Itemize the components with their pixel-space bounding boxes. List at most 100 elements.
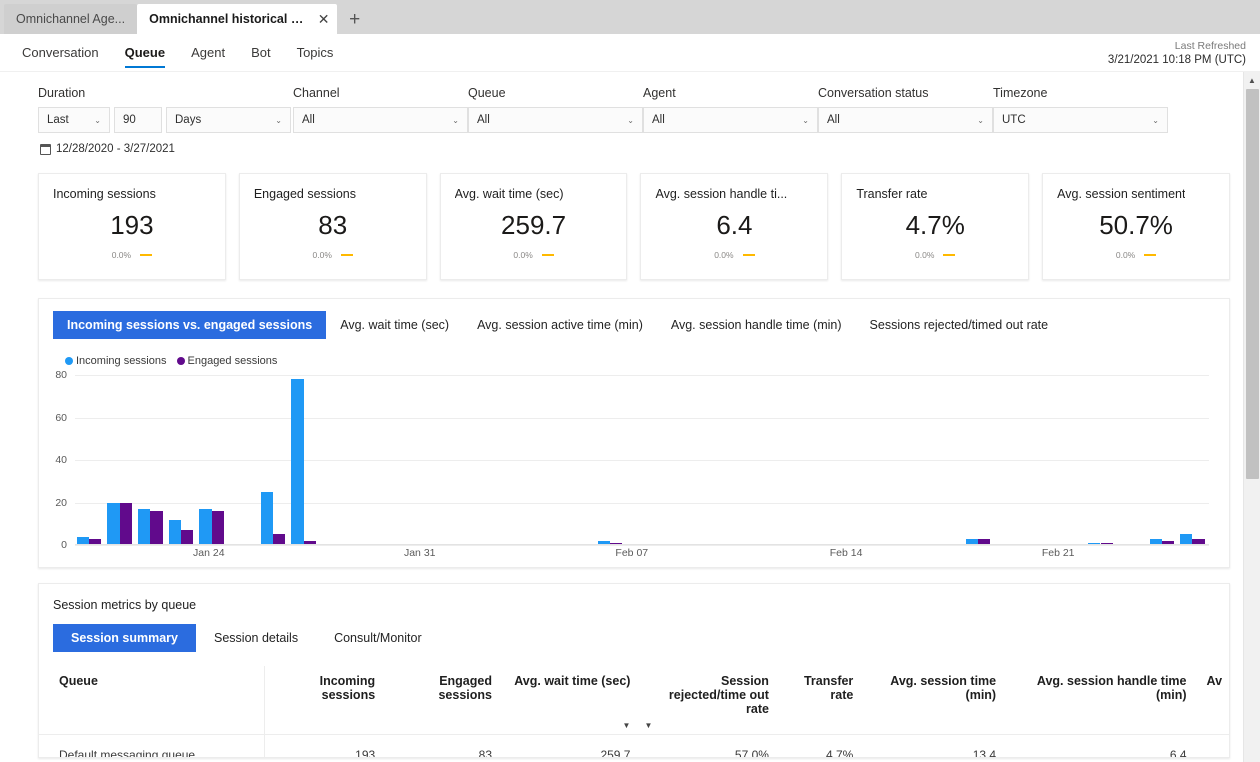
browser-tab-2-label: Omnichannel historical an...	[149, 12, 307, 26]
kpi-card: Avg. session handle ti... 6.4 0.0%	[640, 173, 829, 280]
kpi-title: Transfer rate	[856, 187, 928, 201]
table-row[interactable]: Default messaging queue 193 83 259.7 57.0% 4.…	[39, 734, 1229, 758]
legend-item[interactable]: Engaged sessions	[176, 355, 277, 367]
trend-flat-icon	[340, 254, 353, 256]
tab-queue[interactable]: Queue	[124, 34, 166, 72]
chart-tab[interactable]: Sessions rejected/timed out rate	[856, 311, 1063, 339]
sort-descending-icon[interactable]: ▼	[623, 721, 631, 730]
chart-tab[interactable]: Avg. session handle time (min)	[657, 311, 856, 339]
chart-bar[interactable]	[260, 491, 273, 545]
table-column-header[interactable]: Avg. session time (min)	[863, 666, 1007, 735]
tab-topics[interactable]: Topics	[297, 34, 334, 72]
duration-amount-input[interactable]: 90	[114, 107, 162, 133]
chart-bar[interactable]	[168, 519, 182, 545]
table-column-header[interactable]: Queue	[39, 666, 265, 735]
sort-descending-icon[interactable]: ▼	[644, 721, 652, 730]
chart-bar[interactable]	[199, 508, 212, 545]
duration-unit-value: Days	[175, 114, 202, 126]
legend-item[interactable]: Incoming sessions	[65, 355, 167, 367]
chart-tab[interactable]: Incoming sessions vs. engaged sessions	[53, 311, 327, 339]
kpi-delta: 0.0%	[313, 250, 353, 260]
tab-conversation-label: Conversation	[22, 45, 99, 60]
session-metrics-tab[interactable]: Consult/Monitor	[316, 624, 440, 652]
session-metrics-tab[interactable]: Session summary	[53, 624, 196, 652]
table-cell-value: 6.4	[1169, 748, 1187, 758]
close-icon[interactable]: ✕	[316, 11, 331, 28]
scroll-up-icon[interactable]: ▲	[1244, 72, 1260, 89]
timezone-value: UTC	[1002, 114, 1026, 126]
chart-panel: Incoming sessions vs. engaged sessions Av…	[38, 298, 1230, 568]
chart-tab[interactable]: Avg. wait time (sec)	[326, 311, 463, 339]
browser-tab-1[interactable]: Omnichannel Age...	[4, 4, 138, 34]
vertical-scrollbar[interactable]: ▲	[1243, 72, 1260, 762]
agent-select[interactable]: All ⌄	[643, 107, 818, 133]
chart-y-tick-label: 40	[55, 454, 67, 466]
kpi-title: Avg. session handle ti...	[655, 187, 788, 201]
table-column-header[interactable]: Session rejected/time out rate ▼	[640, 666, 779, 735]
conversation-status-value: All	[827, 114, 840, 126]
duration-mode-value: Last	[47, 114, 69, 126]
chart-bar[interactable]	[119, 502, 132, 545]
kpi-delta: 0.0%	[513, 250, 554, 260]
chart-y-tick-label: 60	[55, 411, 67, 424]
filter-timezone-label: Timezone	[993, 86, 1048, 100]
kpi-card: Avg. session sentiment 50.7% 0.0%	[1042, 173, 1230, 280]
kpi-title: Avg. session sentiment	[1057, 187, 1186, 201]
tab-conversation[interactable]: Conversation	[22, 34, 99, 72]
kpi-delta-value: 0.0%	[1115, 250, 1136, 260]
timezone-select[interactable]: UTC ⌄	[993, 107, 1168, 133]
chart-y-tick-label: 20	[55, 496, 67, 509]
tab-agent-label: Agent	[191, 45, 226, 60]
trend-flat-icon	[140, 254, 153, 256]
last-refreshed: Last Refreshed 3/21/2021 10:18 PM (UTC)	[1108, 39, 1246, 69]
duration-date-range-text: 12/28/2020 - 3/27/2021	[56, 143, 175, 155]
table-cell-value: 57.0%	[734, 748, 769, 758]
agent-value: All	[652, 114, 665, 126]
browser-tab-1-label: Omnichannel Age...	[16, 12, 126, 26]
kpi-delta-value: 0.0%	[915, 250, 935, 260]
session-metrics-tab-row: Session summary Session details Consult/Mo…	[39, 612, 1229, 652]
last-refreshed-time: 3/21/2021 10:18 PM (UTC)	[1107, 54, 1246, 67]
session-metrics-title: Session metrics by queue	[53, 598, 197, 612]
table-column-header[interactable]: Avg. session handle time (min)	[1006, 666, 1197, 735]
table-cell-value: 259.7	[600, 748, 631, 758]
browser-tab-2[interactable]: Omnichannel historical an... ✕	[137, 4, 338, 34]
chart-bar[interactable]	[138, 508, 151, 545]
chart-bar[interactable]	[150, 511, 163, 545]
chevron-down-icon: ⌄	[275, 115, 282, 125]
table-column-header[interactable]: Incoming sessions	[264, 666, 386, 735]
kpi-value: 83	[318, 210, 348, 240]
duration-unit-select[interactable]: Days ⌄	[166, 107, 291, 133]
filter-bar: Duration Last ⌄ 90 Days ⌄ 12/28/2020 - 3…	[0, 80, 1260, 155]
kpi-delta: 0.0%	[1115, 250, 1157, 260]
chart-bar[interactable]	[211, 511, 224, 545]
kpi-value: 193	[110, 210, 154, 240]
duration-mode-select[interactable]: Last ⌄	[38, 107, 110, 133]
duration-date-range: 12/28/2020 - 3/27/2021	[38, 143, 293, 155]
tab-bot-label: Bot	[251, 45, 271, 60]
tab-topics-label: Topics	[296, 45, 334, 60]
channel-select[interactable]: All ⌄	[293, 107, 468, 133]
scrollbar-thumb[interactable]	[1246, 89, 1259, 479]
table-column-header[interactable]: Av	[1196, 666, 1229, 735]
table-column-header[interactable]: Avg. wait time (sec) ▼	[502, 666, 641, 735]
filter-channel: Channel All ⌄	[293, 86, 468, 155]
table-column-header[interactable]: Transfer rate	[778, 666, 864, 735]
new-tab-icon[interactable]: +	[349, 10, 360, 29]
queue-select[interactable]: All ⌄	[468, 107, 643, 133]
filter-timezone: Timezone UTC ⌄	[993, 86, 1168, 155]
tab-agent[interactable]: Agent	[191, 34, 225, 72]
kpi-value: 50.7%	[1099, 210, 1173, 240]
chart-bar[interactable]	[181, 530, 194, 545]
conversation-status-select[interactable]: All ⌄	[818, 107, 993, 133]
chart-tab[interactable]: Avg. session active time (min)	[463, 311, 657, 339]
chart-bar[interactable]	[107, 502, 120, 545]
session-metrics-tab[interactable]: Session details	[196, 624, 316, 652]
chart-bar[interactable]	[291, 379, 304, 545]
table-cell-queue: Default messaging queue	[39, 734, 265, 757]
tab-bot[interactable]: Bot	[251, 34, 271, 72]
table-column-header[interactable]: Engaged sessions	[385, 666, 502, 735]
table-cell-value: 4.7%	[825, 748, 854, 758]
queue-value: All	[477, 114, 490, 126]
trend-flat-icon	[1144, 254, 1157, 256]
